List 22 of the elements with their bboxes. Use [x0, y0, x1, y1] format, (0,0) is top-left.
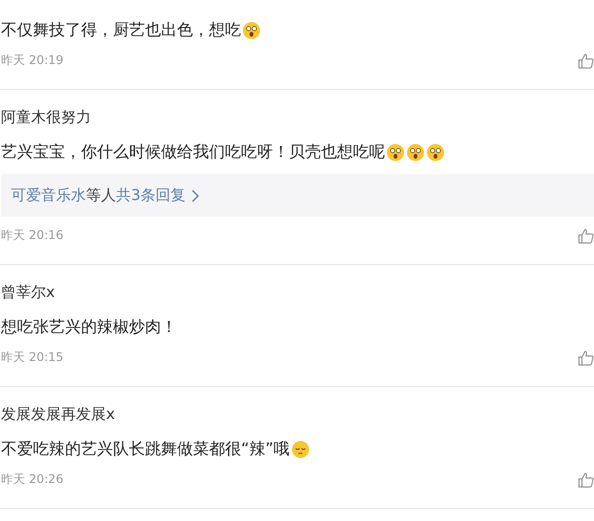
timestamp: 昨天 20:16	[1, 227, 64, 244]
comment-text: 不仅舞技了得，厨艺也出色，想吃	[1, 19, 241, 41]
thumbs-up-icon[interactable]	[578, 350, 594, 366]
shocked-face-icon	[386, 142, 405, 162]
thumbs-up-icon[interactable]	[578, 52, 594, 68]
comment-text: 艺兴宝宝，你什么时候做给我们吃吃呀！贝壳也想吃呢	[1, 141, 385, 163]
thumbs-up-icon[interactable]	[578, 472, 594, 488]
comment-text: 想吃张艺兴的辣椒炒肉！	[1, 316, 177, 338]
reply-summary[interactable]: 可爱音乐水等人共3条回复	[1, 174, 594, 217]
timestamp: 昨天 20:15	[1, 349, 64, 366]
timestamp: 昨天 20:19	[1, 52, 64, 69]
shocked-face-icon	[406, 142, 425, 162]
timestamp: 昨天 20:26	[1, 471, 64, 488]
shocked-face-icon	[426, 142, 445, 162]
username[interactable]: 曾莘尔x	[1, 281, 594, 303]
username[interactable]: 发展发展再发展x	[1, 403, 594, 425]
thumbs-up-icon[interactable]	[578, 228, 594, 244]
shocked-face-icon	[242, 20, 261, 40]
sleepy-face-icon	[290, 440, 310, 458]
chevron-right-icon[interactable]	[190, 188, 200, 202]
username[interactable]: 阿童木很努力	[1, 106, 594, 128]
comment-text: 不爱吃辣的艺兴队长跳舞做菜都很“辣”哦	[1, 438, 290, 460]
